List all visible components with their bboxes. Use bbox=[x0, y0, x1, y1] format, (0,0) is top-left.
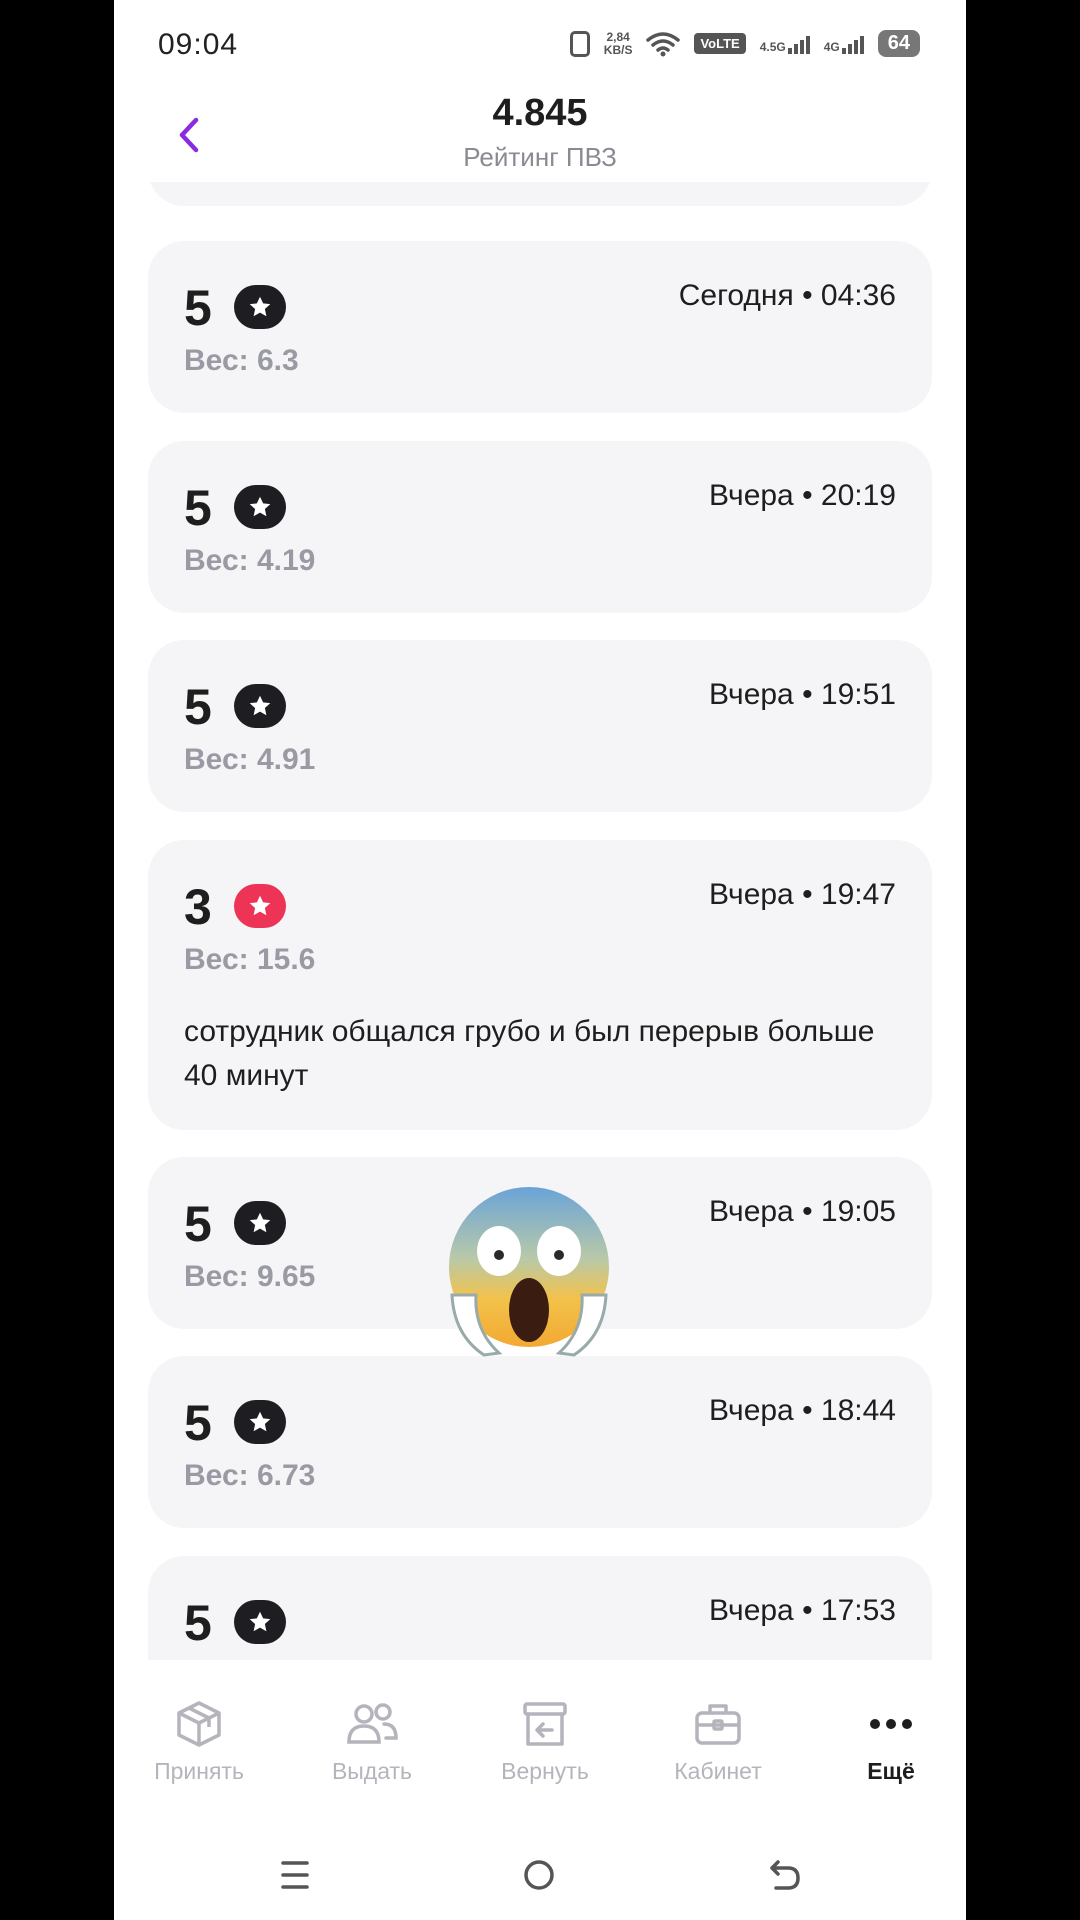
tab-cabinet[interactable]: Кабинет bbox=[633, 1696, 803, 1785]
review-weight: Вес: 4.91 bbox=[184, 743, 316, 776]
star-icon bbox=[234, 1400, 286, 1444]
review-datetime: Вчера • 20:19 bbox=[709, 479, 896, 512]
tab-more[interactable]: Ещё bbox=[806, 1696, 966, 1785]
star-icon bbox=[234, 1201, 286, 1245]
volte-badge: VoLTE bbox=[694, 33, 746, 54]
tab-label: Выдать bbox=[331, 1758, 413, 1784]
status-icons: 2,84 KB/S VoLTE 4.5G 4G 64 bbox=[569, 29, 920, 57]
tab-label: Вернуть bbox=[501, 1758, 589, 1784]
review-card: 5 Вес: 6.3 Сегодня • 04:36 bbox=[148, 241, 932, 413]
app-screen: 09:04 2,84 KB/S VoLTE 4.5G 4G 64 5 Вес: … bbox=[114, 0, 966, 1920]
review-datetime: Вчера • 19:05 bbox=[709, 1195, 896, 1228]
network-speed-value: 2,84 bbox=[606, 29, 630, 44]
vibrate-icon bbox=[569, 30, 590, 57]
network-speed: 2,84 KB/S bbox=[603, 29, 633, 57]
tab-label: Ещё bbox=[867, 1758, 915, 1784]
review-weight: Вес: 4.19 bbox=[184, 544, 316, 577]
star-icon bbox=[234, 285, 286, 329]
briefcase-icon bbox=[633, 1696, 803, 1752]
review-comment: сотрудник общался грубо и был перерыв бо… bbox=[184, 1015, 875, 1092]
review-score: 5 bbox=[184, 280, 212, 336]
return-box-icon bbox=[460, 1696, 630, 1752]
users-icon bbox=[287, 1696, 457, 1752]
review-card: 5 Вес: 4.91 Вчера • 19:51 bbox=[148, 640, 932, 812]
signal-2: 4G bbox=[824, 34, 864, 54]
review-datetime: Вчера • 19:51 bbox=[709, 678, 896, 711]
review-datetime: Вчера • 17:53 bbox=[709, 1594, 896, 1627]
network-speed-unit: KB/S bbox=[603, 42, 633, 57]
review-weight: Вес: 9.65 bbox=[184, 1260, 316, 1293]
review-datetime: Вчера • 18:44 bbox=[709, 1394, 896, 1427]
review-card: 5 Вчера • 17:53 bbox=[148, 1556, 932, 1660]
star-icon bbox=[234, 1600, 286, 1644]
bottom-tab-bar: Принять Выдать Вернуть Кабинет Ещё bbox=[114, 1660, 966, 1810]
back-icon[interactable] bbox=[768, 1858, 802, 1892]
review-card: 3 Вес: 15.6 Вчера • 19:47 сотрудник обща… bbox=[148, 840, 932, 1130]
tab-issue[interactable]: Выдать bbox=[287, 1696, 457, 1785]
review-card: 5 Вес: 6.73 Вчера • 18:44 bbox=[148, 1356, 932, 1528]
review-weight: Вес: 15.6 bbox=[184, 943, 316, 976]
tab-label: Кабинет bbox=[674, 1758, 762, 1784]
signal-1-type: 4.5G bbox=[759, 39, 786, 54]
status-bar: 09:04 2,84 KB/S VoLTE 4.5G 4G 64 bbox=[114, 0, 966, 92]
review-datetime: Сегодня • 04:36 bbox=[678, 279, 896, 312]
more-icon bbox=[806, 1696, 966, 1752]
menu-icon[interactable] bbox=[280, 1858, 310, 1892]
review-score: 5 bbox=[184, 480, 212, 536]
review-card: 5 Вес: 4.19 Вчера • 20:19 bbox=[148, 441, 932, 613]
status-time: 09:04 bbox=[158, 28, 239, 61]
star-icon bbox=[234, 485, 286, 529]
signal-1: 4.5G bbox=[760, 34, 810, 54]
home-icon[interactable] bbox=[522, 1858, 556, 1892]
review-score: 3 bbox=[184, 879, 212, 935]
review-score: 5 bbox=[184, 679, 212, 735]
tab-label: Принять bbox=[154, 1758, 244, 1784]
review-weight: Вес: 6.73 bbox=[184, 1459, 316, 1492]
tab-accept[interactable]: Принять bbox=[114, 1696, 284, 1785]
review-datetime: Вчера • 19:47 bbox=[709, 878, 896, 911]
review-score: 5 bbox=[184, 1196, 212, 1252]
star-icon bbox=[234, 884, 286, 928]
signal-bars-icon bbox=[787, 34, 810, 54]
review-score: 5 bbox=[184, 1595, 212, 1651]
page-subtitle: Рейтинг ПВЗ bbox=[463, 142, 617, 172]
box-icon bbox=[114, 1696, 284, 1752]
top-header: 4.845 Рейтинг ПВЗ bbox=[114, 92, 966, 182]
star-icon bbox=[234, 684, 286, 728]
page-title: 4.845 bbox=[492, 92, 588, 134]
wifi-icon bbox=[646, 31, 681, 56]
signal-2-type: 4G bbox=[823, 39, 840, 54]
screaming-face-emoji-icon bbox=[449, 1187, 609, 1357]
reviews-list[interactable]: 5 Вес: 6.3 Сегодня • 04:36 5 Вес: 4.19 В… bbox=[148, 92, 932, 1660]
system-nav-bar bbox=[114, 1840, 966, 1920]
battery-level: 64 bbox=[877, 30, 920, 57]
signal-bars-icon bbox=[841, 34, 864, 54]
tab-return[interactable]: Вернуть bbox=[460, 1696, 630, 1785]
review-score: 5 bbox=[184, 1395, 212, 1451]
review-weight: Вес: 6.3 bbox=[184, 344, 299, 377]
